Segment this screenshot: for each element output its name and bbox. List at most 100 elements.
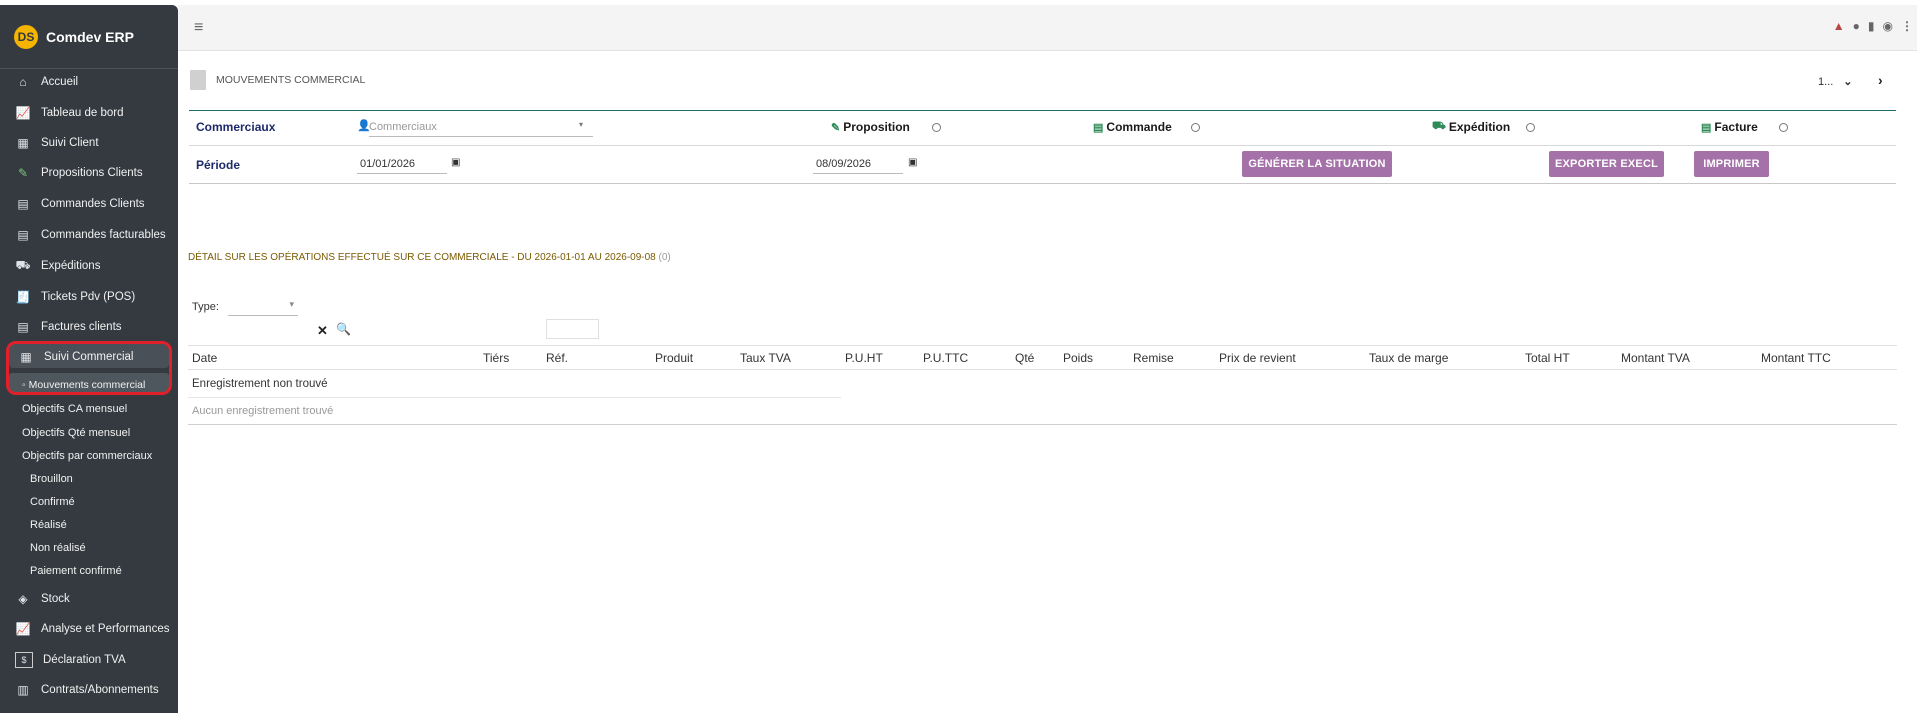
option-commande: ▤ Commande (1093, 120, 1172, 134)
radio-expedition[interactable] (1526, 123, 1535, 132)
sidebar-item-suivi-client[interactable]: ▦ Suivi Client (0, 131, 178, 155)
app-title: Comdev ERP (46, 28, 134, 45)
date-from-input[interactable]: 01/01/2026 (357, 156, 447, 174)
generate-button[interactable]: GÉNÉRER LA SITUATION (1242, 151, 1392, 177)
sidebar-item-label: Factures clients (41, 321, 122, 333)
sidebar-item-label: Commandes facturables (41, 229, 166, 241)
export-button[interactable]: EXPORTER EXECL (1549, 151, 1664, 177)
submenu-item-brouillon[interactable]: Brouillon (30, 473, 73, 485)
type-select[interactable]: ▾ (228, 299, 298, 316)
column-header[interactable]: Taux de marge (1369, 351, 1448, 365)
option-facture: ▤ Facture (1701, 120, 1758, 134)
calendar-icon[interactable]: ▣ (451, 157, 460, 168)
receipt-icon: 🧾 (15, 290, 31, 304)
sidebar-item-propositions-clients[interactable]: ✎ Propositions Clients (0, 161, 178, 185)
submenu-item-confirme[interactable]: Confirmé (30, 496, 75, 508)
column-header[interactable]: P.U.HT (845, 351, 883, 365)
date-to-input[interactable]: 08/09/2026 (813, 156, 903, 174)
column-header[interactable]: Prix de revient (1219, 351, 1296, 365)
column-header[interactable]: Remise (1133, 351, 1174, 365)
page-selector-value: 1... (1818, 75, 1834, 88)
column-header[interactable]: Total HT (1525, 351, 1570, 365)
sidebar-item-label: Suivi Commercial (44, 351, 134, 363)
sidebar-item-stock[interactable]: ◈ Stock (0, 587, 178, 611)
sidebar-item-expeditions[interactable]: ⛟ Expéditions (0, 254, 178, 278)
option-expedition: ⛟ Expédition (1432, 120, 1510, 134)
sidebar-item-tableau-de-bord[interactable]: 📈 Tableau de bord (0, 101, 178, 125)
chevron-right-icon[interactable]: › (1878, 72, 1883, 88)
column-header[interactable]: Taux TVA (740, 351, 791, 365)
type-label: Type: (192, 301, 219, 313)
dolly-icon: ⛟ (1432, 120, 1446, 132)
column-header[interactable]: Montant TVA (1621, 351, 1690, 365)
sidebar-item-factures-clients[interactable]: ▤ Factures clients (0, 315, 178, 339)
sidebar-item-declaration-tva[interactable]: $ Déclaration TVA (0, 648, 178, 672)
page-header: MOUVEMENTS COMMERCIAL (190, 70, 365, 90)
sidebar-item-label: Propositions Clients (41, 167, 143, 179)
radio-facture[interactable] (1779, 123, 1788, 132)
chat-icon[interactable]: ● (1853, 19, 1860, 33)
page-selector[interactable]: 1... ⌄ (1818, 75, 1853, 89)
ref-filter-input[interactable] (546, 319, 599, 339)
sidebar-item-label: Tableau de bord (41, 107, 124, 119)
sidebar-item-analyse[interactable]: 📈 Analyse et Performances (0, 617, 178, 641)
column-header[interactable]: Poids (1063, 351, 1093, 365)
submenu-item-objectifs-qte[interactable]: Objectifs Qté mensuel (22, 427, 130, 439)
briefcase-icon: ▥ (17, 683, 29, 697)
sidebar-item-contrats[interactable]: ▥ Contrats/Abonnements (0, 678, 178, 702)
topbar-actions: ▲ ● ▮ ◉ ⋮ (1833, 19, 1913, 33)
column-header[interactable]: Réf. (546, 351, 568, 365)
file-signature-icon: ✎ (17, 166, 29, 180)
menu-toggle-icon[interactable]: ≡ (194, 19, 203, 37)
option-label: Proposition (843, 120, 910, 134)
sidebar-item-label: Expéditions (41, 260, 101, 272)
close-icon[interactable]: ✕ (317, 323, 328, 339)
money-icon: $ (15, 652, 33, 668)
radio-commande[interactable] (1191, 123, 1200, 132)
calendar-icon[interactable]: ▣ (908, 157, 917, 168)
search-icon[interactable]: 🔍 (336, 322, 351, 336)
bell-icon[interactable]: ▲ (1833, 19, 1845, 33)
more-vertical-icon[interactable]: ⋮ (1901, 19, 1913, 33)
cube-icon: ◈ (18, 592, 28, 606)
sidebar-item-commandes-facturables[interactable]: ▤ Commandes facturables (0, 223, 178, 247)
building-icon: ▦ (17, 136, 29, 150)
caret-down-icon: ▾ (579, 120, 584, 129)
chart-line-icon: 📈 (15, 106, 31, 120)
option-label: Commande (1106, 120, 1172, 134)
detail-title-text: DÉTAIL SUR LES OPÉRATIONS EFFECTUÉ SUR C… (188, 252, 656, 263)
column-header[interactable]: Montant TTC (1761, 351, 1831, 365)
sidebar-item-label: Déclaration TVA (43, 654, 126, 666)
user-icon[interactable]: ◉ (1883, 19, 1893, 33)
topbar: ≡ ▲ ● ▮ ◉ ⋮ (178, 5, 1917, 51)
table-row: Enregistrement non trouvé (188, 372, 841, 398)
column-header[interactable]: Qté (1015, 351, 1034, 365)
sidebar-item-label: Suivi Client (41, 137, 99, 149)
radio-proposition[interactable] (932, 123, 941, 132)
detail-title: DÉTAIL SUR LES OPÉRATIONS EFFECTUÉ SUR C… (188, 252, 671, 263)
sidebar-item-commandes-clients[interactable]: ▤ Commandes Clients (0, 192, 178, 216)
option-proposition: ✎ Proposition (831, 120, 910, 134)
column-header[interactable]: Produit (655, 351, 693, 365)
column-header[interactable]: Date (192, 351, 217, 365)
submenu-item-objectifs-commerciaux[interactable]: Objectifs par commerciaux (22, 450, 152, 462)
sidebar-item-suivi-commercial[interactable]: ▦ Suivi Commercial (3, 345, 181, 369)
column-header[interactable]: P.U.TTC (923, 351, 968, 365)
brand[interactable]: DS Comdev ERP (0, 5, 178, 69)
print-button[interactable]: IMPRIMER (1694, 151, 1769, 177)
file-icon: ▤ (17, 228, 29, 242)
submenu-item-realise[interactable]: Réalisé (30, 519, 67, 531)
sidebar-item-label: Accueil (41, 76, 79, 88)
submenu-item-paiement-confirme[interactable]: Paiement confirmé (30, 565, 122, 577)
submenu-item-non-realise[interactable]: Non réalisé (30, 542, 86, 554)
sidebar-item-label: Analyse et Performances (41, 623, 170, 635)
option-label: Facture (1714, 120, 1758, 134)
table-header: Date Tiérs Réf. Produit Taux TVA P.U.HT … (188, 345, 1897, 370)
trash-icon[interactable]: ▮ (1868, 19, 1875, 33)
sidebar-item-accueil[interactable]: ⌂ Accueil (0, 70, 178, 94)
submenu-item-objectifs-ca[interactable]: Objectifs CA mensuel (22, 403, 127, 415)
commerciaux-select[interactable]: Commerciaux (369, 119, 593, 137)
sidebar-item-tickets-pdv[interactable]: 🧾 Tickets Pdv (POS) (0, 285, 178, 309)
submenu-item-mouvements-commercial[interactable]: ◦ Mouvements commercial (22, 379, 145, 391)
column-header[interactable]: Tiérs (483, 351, 509, 365)
